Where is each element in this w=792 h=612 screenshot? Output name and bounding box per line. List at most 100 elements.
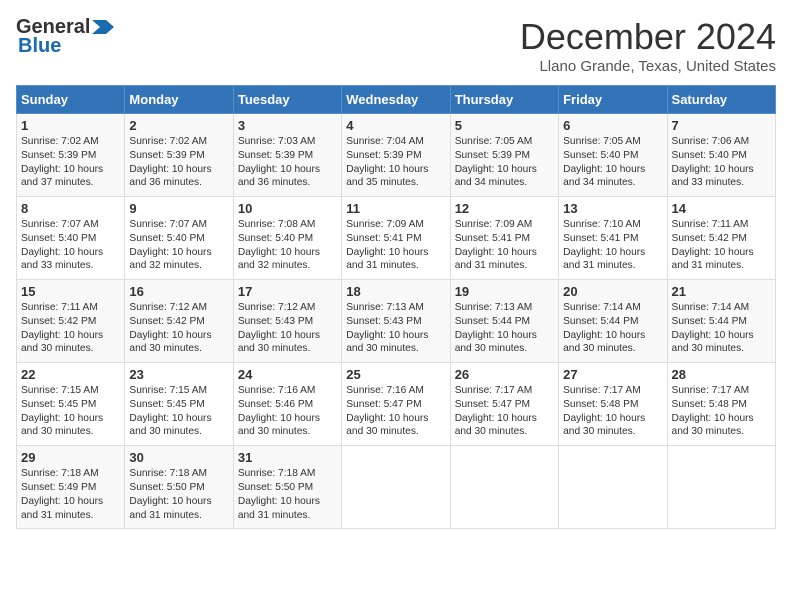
calendar-cell: 11 Sunrise: 7:09 AMSunset: 5:41 PMDayligh… xyxy=(342,197,450,280)
cell-sun-info: Sunrise: 7:14 AMSunset: 5:44 PMDaylight:… xyxy=(672,301,771,356)
cell-sun-info: Sunrise: 7:02 AMSunset: 5:39 PMDaylight:… xyxy=(21,135,120,190)
calendar-cell: 23Sunrise: 7:15 AMSunset: 5:45 PMDayligh… xyxy=(125,363,233,446)
day-number: 11 xyxy=(346,201,445,216)
day-number: 4 xyxy=(346,118,445,133)
calendar-week-row: 1 Sunrise: 7:02 AMSunset: 5:39 PMDaylight… xyxy=(17,114,776,197)
calendar-cell: 17Sunrise: 7:12 AMSunset: 5:43 PMDayligh… xyxy=(233,280,341,363)
logo: General Blue xyxy=(16,16,114,58)
calendar-cell: 7Sunrise: 7:06 AMSunset: 5:40 PMDaylight… xyxy=(667,114,775,197)
calendar-cell: 2 Sunrise: 7:02 AMSunset: 5:39 PMDaylight… xyxy=(125,114,233,197)
calendar-table: SundayMondayTuesdayWednesdayThursdayFrid… xyxy=(16,85,776,529)
day-number: 17 xyxy=(238,284,337,299)
cell-sun-info: Sunrise: 7:14 AMSunset: 5:44 PMDaylight:… xyxy=(563,301,662,356)
calendar-cell xyxy=(342,446,450,529)
calendar-cell: 13 Sunrise: 7:10 AMSunset: 5:41 PMDayligh… xyxy=(559,197,667,280)
cell-sun-info: Sunrise: 7:18 AMSunset: 5:50 PMDaylight:… xyxy=(129,467,228,522)
day-number: 5 xyxy=(455,118,554,133)
day-number: 12 xyxy=(455,201,554,216)
day-header-wednesday: Wednesday xyxy=(342,86,450,114)
calendar-week-row: 15 Sunrise: 7:11 AMSunset: 5:42 PMDayligh… xyxy=(17,280,776,363)
day-header-saturday: Saturday xyxy=(667,86,775,114)
calendar-cell: 31Sunrise: 7:18 AMSunset: 5:50 PMDayligh… xyxy=(233,446,341,529)
logo-blue-text: Blue xyxy=(18,35,61,58)
calendar-cell: 18 Sunrise: 7:13 AMSunset: 5:43 PMDayligh… xyxy=(342,280,450,363)
calendar-cell: 19Sunrise: 7:13 AMSunset: 5:44 PMDayligh… xyxy=(450,280,558,363)
day-number: 7 xyxy=(672,118,771,133)
day-number: 2 xyxy=(129,118,228,133)
cell-sun-info: Sunrise: 7:09 AMSunset: 5:41 PMDaylight:… xyxy=(455,218,554,273)
day-number: 14 xyxy=(672,201,771,216)
calendar-cell: 28 Sunrise: 7:17 AMSunset: 5:48 PMDayligh… xyxy=(667,363,775,446)
calendar-header-row: SundayMondayTuesdayWednesdayThursdayFrid… xyxy=(17,86,776,114)
month-title: December 2024 xyxy=(520,16,776,58)
cell-sun-info: Sunrise: 7:08 AMSunset: 5:40 PMDaylight:… xyxy=(238,218,337,273)
calendar-cell: 26 Sunrise: 7:17 AMSunset: 5:47 PMDayligh… xyxy=(450,363,558,446)
cell-sun-info: Sunrise: 7:05 AMSunset: 5:39 PMDaylight:… xyxy=(455,135,554,190)
day-header-monday: Monday xyxy=(125,86,233,114)
calendar-cell: 21 Sunrise: 7:14 AMSunset: 5:44 PMDayligh… xyxy=(667,280,775,363)
cell-sun-info: Sunrise: 7:13 AMSunset: 5:44 PMDaylight:… xyxy=(455,301,554,356)
calendar-cell: 4 Sunrise: 7:04 AMSunset: 5:39 PMDaylight… xyxy=(342,114,450,197)
day-number: 29 xyxy=(21,450,120,465)
cell-sun-info: Sunrise: 7:16 AMSunset: 5:47 PMDaylight:… xyxy=(346,384,445,439)
day-number: 31 xyxy=(238,450,337,465)
day-number: 13 xyxy=(563,201,662,216)
cell-sun-info: Sunrise: 7:17 AMSunset: 5:48 PMDaylight:… xyxy=(563,384,662,439)
cell-sun-info: Sunrise: 7:02 AMSunset: 5:39 PMDaylight:… xyxy=(129,135,228,190)
page-header: General Blue December 2024 Llano Grande,… xyxy=(16,16,776,75)
day-number: 28 xyxy=(672,367,771,382)
calendar-cell xyxy=(450,446,558,529)
cell-sun-info: Sunrise: 7:10 AMSunset: 5:41 PMDaylight:… xyxy=(563,218,662,273)
day-number: 26 xyxy=(455,367,554,382)
logo-arrow-icon xyxy=(92,20,114,34)
day-number: 8 xyxy=(21,201,120,216)
day-number: 1 xyxy=(21,118,120,133)
calendar-cell: 10 Sunrise: 7:08 AMSunset: 5:40 PMDayligh… xyxy=(233,197,341,280)
calendar-cell: 3 Sunrise: 7:03 AMSunset: 5:39 PMDaylight… xyxy=(233,114,341,197)
calendar-week-row: 8 Sunrise: 7:07 AMSunset: 5:40 PMDaylight… xyxy=(17,197,776,280)
calendar-body: 1 Sunrise: 7:02 AMSunset: 5:39 PMDaylight… xyxy=(17,114,776,529)
calendar-cell: 24Sunrise: 7:16 AMSunset: 5:46 PMDayligh… xyxy=(233,363,341,446)
day-number: 18 xyxy=(346,284,445,299)
day-number: 20 xyxy=(563,284,662,299)
calendar-cell: 14 Sunrise: 7:11 AMSunset: 5:42 PMDayligh… xyxy=(667,197,775,280)
cell-sun-info: Sunrise: 7:13 AMSunset: 5:43 PMDaylight:… xyxy=(346,301,445,356)
day-number: 25 xyxy=(346,367,445,382)
cell-sun-info: Sunrise: 7:07 AMSunset: 5:40 PMDaylight:… xyxy=(21,218,120,273)
cell-sun-info: Sunrise: 7:18 AMSunset: 5:49 PMDaylight:… xyxy=(21,467,120,522)
day-number: 23 xyxy=(129,367,228,382)
cell-sun-info: Sunrise: 7:09 AMSunset: 5:41 PMDaylight:… xyxy=(346,218,445,273)
day-number: 27 xyxy=(563,367,662,382)
day-number: 3 xyxy=(238,118,337,133)
cell-sun-info: Sunrise: 7:11 AMSunset: 5:42 PMDaylight:… xyxy=(672,218,771,273)
calendar-cell xyxy=(559,446,667,529)
calendar-week-row: 22Sunrise: 7:15 AMSunset: 5:45 PMDayligh… xyxy=(17,363,776,446)
day-number: 15 xyxy=(21,284,120,299)
cell-sun-info: Sunrise: 7:17 AMSunset: 5:48 PMDaylight:… xyxy=(672,384,771,439)
day-number: 9 xyxy=(129,201,228,216)
cell-sun-info: Sunrise: 7:04 AMSunset: 5:39 PMDaylight:… xyxy=(346,135,445,190)
day-number: 16 xyxy=(129,284,228,299)
calendar-week-row: 29 Sunrise: 7:18 AMSunset: 5:49 PMDayligh… xyxy=(17,446,776,529)
cell-sun-info: Sunrise: 7:11 AMSunset: 5:42 PMDaylight:… xyxy=(21,301,120,356)
cell-sun-info: Sunrise: 7:17 AMSunset: 5:47 PMDaylight:… xyxy=(455,384,554,439)
day-header-tuesday: Tuesday xyxy=(233,86,341,114)
day-header-friday: Friday xyxy=(559,86,667,114)
calendar-cell: 20 Sunrise: 7:14 AMSunset: 5:44 PMDayligh… xyxy=(559,280,667,363)
title-area: December 2024 Llano Grande, Texas, Unite… xyxy=(520,16,776,75)
calendar-cell: 12 Sunrise: 7:09 AMSunset: 5:41 PMDayligh… xyxy=(450,197,558,280)
day-number: 6 xyxy=(563,118,662,133)
day-number: 10 xyxy=(238,201,337,216)
calendar-cell xyxy=(667,446,775,529)
day-header-thursday: Thursday xyxy=(450,86,558,114)
day-number: 21 xyxy=(672,284,771,299)
calendar-cell: 30Sunrise: 7:18 AMSunset: 5:50 PMDayligh… xyxy=(125,446,233,529)
calendar-cell: 8 Sunrise: 7:07 AMSunset: 5:40 PMDaylight… xyxy=(17,197,125,280)
cell-sun-info: Sunrise: 7:03 AMSunset: 5:39 PMDaylight:… xyxy=(238,135,337,190)
calendar-cell: 15 Sunrise: 7:11 AMSunset: 5:42 PMDayligh… xyxy=(17,280,125,363)
location: Llano Grande, Texas, United States xyxy=(520,58,776,75)
calendar-cell: 22Sunrise: 7:15 AMSunset: 5:45 PMDayligh… xyxy=(17,363,125,446)
day-header-sunday: Sunday xyxy=(17,86,125,114)
calendar-cell: 6Sunrise: 7:05 AMSunset: 5:40 PMDaylight… xyxy=(559,114,667,197)
calendar-cell: 9Sunrise: 7:07 AMSunset: 5:40 PMDaylight… xyxy=(125,197,233,280)
